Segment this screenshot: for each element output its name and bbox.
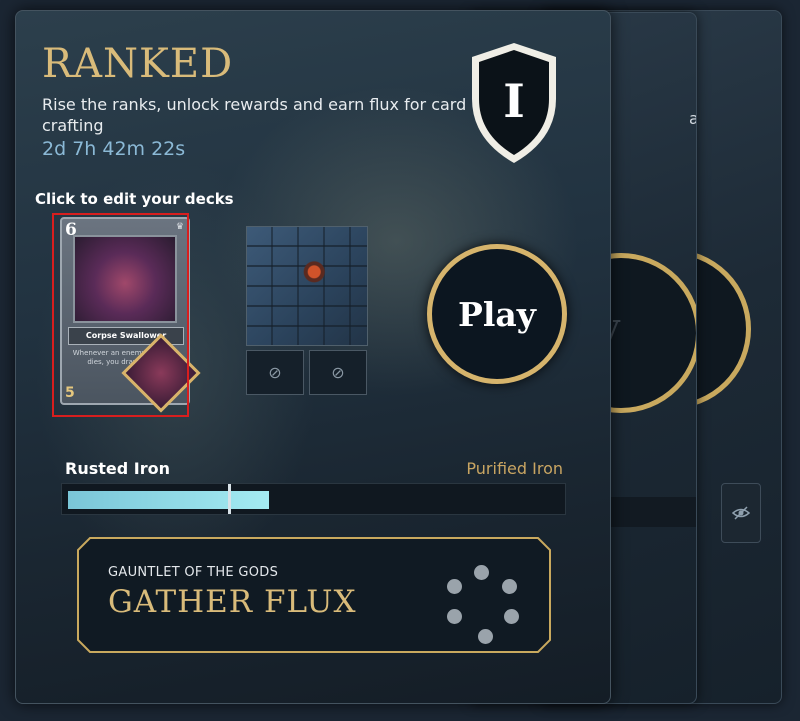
quest-panel[interactable]: GAUNTLET OF THE GODS GATHER FLUX <box>76 536 552 654</box>
eye-off-icon[interactable] <box>721 483 761 543</box>
quest-subtitle: GAUNTLET OF THE GODS <box>108 565 279 580</box>
quest-title: GATHER FLUX <box>108 584 357 620</box>
second-deck-preview[interactable] <box>246 226 368 346</box>
rank-progress-marker <box>228 484 231 514</box>
current-rank-label: Rusted Iron <box>65 459 170 478</box>
season-timer: 2d 7h 42m 22s <box>42 138 186 160</box>
loading-spinner-icon <box>442 565 522 645</box>
blocked-icon[interactable]: ⊘ <box>309 350 367 395</box>
rank-progress-fill <box>68 491 269 509</box>
next-rank-label: Purified Iron <box>466 459 563 478</box>
peek-subtitle: a <box>689 109 696 128</box>
page-title: RANKED <box>42 41 234 87</box>
rank-shield-icon: I <box>472 43 556 163</box>
mode-description: Rise the ranks, unlock rewards and earn … <box>42 95 467 135</box>
rank-progress-bar <box>61 483 566 515</box>
play-button[interactable]: Play <box>427 244 567 384</box>
deck-edit-hint: Click to edit your decks <box>35 190 234 208</box>
rank-numeral: I <box>503 74 525 128</box>
ranked-mode-card: RANKED Rise the ranks, unlock rewards an… <box>15 10 611 704</box>
blocked-icon[interactable]: ⊘ <box>246 350 304 395</box>
deck-selection-highlight[interactable] <box>52 213 189 417</box>
